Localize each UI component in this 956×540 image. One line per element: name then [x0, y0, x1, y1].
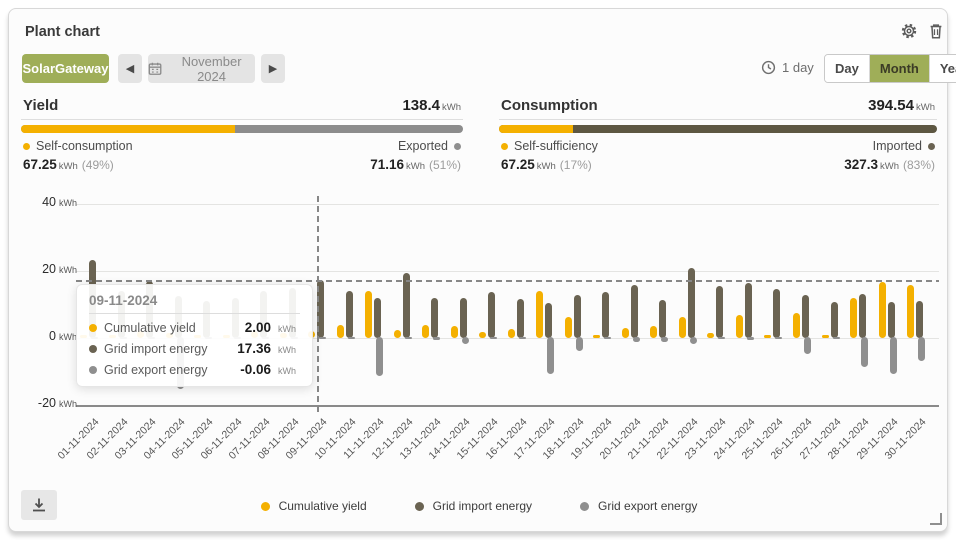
chart-bar-yield[interactable]: [593, 335, 600, 338]
chart-bar-yield[interactable]: [451, 326, 458, 338]
chart-bar-export[interactable]: [747, 337, 754, 340]
chart-bar-export[interactable]: [918, 337, 925, 361]
chart-bar-import[interactable]: [773, 289, 780, 338]
chart-bar-export[interactable]: [348, 337, 355, 339]
chart-bar-export[interactable]: [405, 337, 412, 339]
chart-bar-import[interactable]: [545, 303, 552, 338]
chart-bar-yield[interactable]: [622, 328, 629, 338]
olive-dot-icon: [89, 345, 97, 353]
chart-bar-yield[interactable]: [508, 329, 515, 338]
gray-dot-icon: [580, 502, 589, 511]
chart-bar-export[interactable]: [718, 337, 725, 339]
chart-bar-export[interactable]: [433, 337, 440, 340]
chart-bar-import[interactable]: [346, 291, 353, 338]
chart-bar-import[interactable]: [431, 298, 438, 338]
chart-legend: Cumulative yield Grid import energy Grid…: [9, 499, 949, 513]
chart-bar-export[interactable]: [462, 337, 469, 344]
y-axis-tick-40: 40kWh: [13, 195, 83, 209]
chart-bar-yield[interactable]: [764, 335, 771, 338]
y-axis-tick--20: -20kWh: [13, 396, 83, 410]
olive-dot-icon: [415, 502, 424, 511]
plant-chart-card: Plant chart SolarGateway ◀ November 2024…: [8, 8, 948, 532]
gridline-20: [76, 271, 939, 272]
chart-bar-export[interactable]: [576, 337, 583, 351]
chart-bar-import[interactable]: [831, 302, 838, 338]
chart-bar-export[interactable]: [804, 337, 811, 354]
y-axis-tick-20: 20kWh: [13, 262, 83, 276]
chart-bar-yield[interactable]: [850, 298, 857, 338]
tooltip-row-export: Grid export energy -0.06kWh: [89, 362, 300, 377]
hover-crosshair-horizontal: [76, 280, 939, 282]
tooltip-row-yield: Cumulative yield 2.00kWh: [89, 320, 300, 335]
yellow-dot-icon: [261, 502, 270, 511]
chart-bar-import[interactable]: [688, 268, 695, 338]
legend-item-import: Grid import energy: [415, 499, 532, 513]
chart-bar-import[interactable]: [859, 294, 866, 338]
chart-bar-import[interactable]: [574, 295, 581, 338]
legend-item-export: Grid export energy: [580, 499, 697, 513]
chart-bar-import[interactable]: [602, 292, 609, 338]
chart-bar-import[interactable]: [374, 298, 381, 338]
chart-bar-yield[interactable]: [565, 317, 572, 338]
chart-bar-import[interactable]: [488, 292, 495, 338]
chart-bar-export[interactable]: [890, 337, 897, 374]
chart-bar-yield[interactable]: [822, 335, 829, 338]
chart-bar-export[interactable]: [376, 337, 383, 376]
chart-bar-import[interactable]: [802, 295, 809, 338]
chart-bar-import[interactable]: [517, 299, 524, 338]
page: Plant chart SolarGateway ◀ November 2024…: [0, 0, 956, 540]
chart-tooltip: 09-11-2024 Cumulative yield 2.00kWh Grid…: [76, 284, 313, 387]
yellow-dot-icon: [89, 324, 97, 332]
chart-bar-import[interactable]: [888, 302, 895, 338]
chart-bar-export[interactable]: [775, 337, 782, 339]
chart-bar-yield[interactable]: [337, 325, 344, 338]
chart-bar-yield[interactable]: [679, 317, 686, 338]
plant-bar-chart[interactable]: 40kWh20kWh0kWh-20kWh01-11-202402-11-2024…: [9, 9, 949, 533]
chart-bar-export[interactable]: [490, 337, 497, 339]
gray-dot-icon: [89, 366, 97, 374]
chart-bar-export[interactable]: [633, 337, 640, 342]
chart-bar-export[interactable]: [604, 337, 611, 339]
y-axis-tick-0: 0kWh: [13, 329, 83, 343]
chart-bar-import[interactable]: [745, 283, 752, 338]
chart-bar-import[interactable]: [716, 286, 723, 338]
tooltip-date: 09-11-2024: [89, 293, 300, 314]
chart-bar-yield[interactable]: [879, 282, 886, 338]
chart-bar-yield[interactable]: [394, 330, 401, 338]
chart-bar-export[interactable]: [519, 337, 526, 339]
chart-bar-yield[interactable]: [736, 315, 743, 338]
resize-handle-icon[interactable]: [930, 513, 942, 525]
chart-bar-import[interactable]: [916, 301, 923, 338]
gridline-40: [76, 204, 939, 205]
chart-bar-yield[interactable]: [907, 285, 914, 338]
chart-bar-yield[interactable]: [365, 291, 372, 338]
chart-bar-import[interactable]: [631, 285, 638, 338]
tooltip-row-import: Grid import energy 17.36kWh: [89, 341, 300, 356]
chart-bar-import[interactable]: [403, 273, 410, 338]
chart-bar-export[interactable]: [547, 337, 554, 374]
chart-bar-export[interactable]: [661, 337, 668, 342]
hover-crosshair-vertical: [317, 196, 319, 413]
chart-bar-import[interactable]: [460, 298, 467, 338]
chart-bar-export[interactable]: [861, 337, 868, 367]
chart-bar-export[interactable]: [690, 337, 697, 344]
chart-bar-import[interactable]: [659, 300, 666, 338]
chart-bar-export[interactable]: [833, 337, 840, 339]
chart-bar-yield[interactable]: [422, 325, 429, 338]
chart-bar-export[interactable]: [319, 337, 326, 339]
legend-item-yield: Cumulative yield: [261, 499, 367, 513]
chart-bar-yield[interactable]: [650, 326, 657, 338]
gridline--20: [76, 405, 939, 407]
chart-bar-yield[interactable]: [793, 313, 800, 338]
chart-bar-yield[interactable]: [536, 291, 543, 338]
